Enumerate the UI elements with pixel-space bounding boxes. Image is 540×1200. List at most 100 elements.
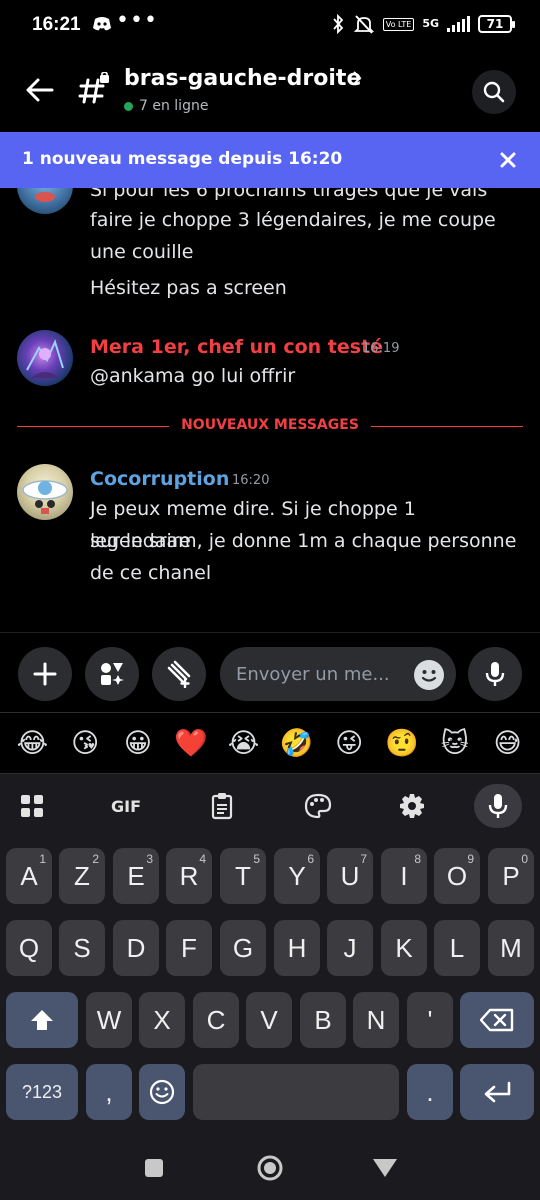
key[interactable]: Z2 bbox=[59, 848, 105, 904]
key[interactable]: C bbox=[193, 992, 239, 1048]
add-attachment-button[interactable] bbox=[18, 647, 72, 701]
gif-button[interactable]: GIF bbox=[106, 788, 146, 824]
emoji-suggestion[interactable]: 😅 bbox=[488, 728, 528, 759]
emoji-suggestion-bar: 😂 😘 😀 ❤️ 😭 🤣 😜 🤨 🐱 😅 bbox=[0, 712, 540, 774]
message-input-container[interactable] bbox=[220, 647, 456, 701]
online-status-dot bbox=[124, 101, 133, 111]
key[interactable]: T5 bbox=[220, 848, 266, 904]
key[interactable]: X bbox=[139, 992, 185, 1048]
voice-message-button[interactable] bbox=[468, 647, 522, 701]
key[interactable]: S bbox=[59, 920, 105, 976]
channel-name[interactable]: bras-gauche-droite bbox=[124, 66, 361, 91]
period-key[interactable]: . bbox=[407, 1064, 453, 1120]
key[interactable]: K bbox=[381, 920, 427, 976]
avatar[interactable] bbox=[17, 330, 73, 386]
back-arrow-icon[interactable] bbox=[24, 74, 56, 106]
emoji-suggestion[interactable]: 🤨 bbox=[382, 727, 422, 759]
emoji-suggestion[interactable]: 😘 bbox=[65, 728, 105, 759]
bluetooth-icon bbox=[333, 14, 343, 34]
key[interactable]: H bbox=[274, 920, 320, 976]
microphone-icon bbox=[485, 662, 505, 686]
plus-icon bbox=[33, 662, 57, 686]
emoji-suggestion[interactable]: 🐱 bbox=[435, 728, 475, 759]
emoji-key[interactable] bbox=[139, 1064, 185, 1120]
gift-icon bbox=[167, 660, 191, 688]
chevron-right-icon[interactable] bbox=[352, 70, 362, 86]
key[interactable]: L bbox=[434, 920, 480, 976]
theme-button[interactable] bbox=[298, 788, 338, 824]
apps-grid-button[interactable] bbox=[12, 788, 52, 824]
key[interactable]: N bbox=[353, 992, 399, 1048]
key[interactable]: M bbox=[488, 920, 534, 976]
emoji-suggestion[interactable]: 😜 bbox=[329, 728, 369, 759]
emoji-button[interactable] bbox=[414, 660, 444, 690]
emoji-suggestion[interactable]: 😀 bbox=[118, 728, 158, 759]
battery-level: 71 bbox=[486, 17, 504, 31]
avatar[interactable] bbox=[17, 464, 73, 520]
clipboard-button[interactable] bbox=[202, 788, 242, 824]
status-bar: 16:21 ••• Vo LTE 5G 71 bbox=[0, 0, 540, 52]
message-text: sur le sram, je donne 1m a chaque person… bbox=[90, 530, 517, 552]
key[interactable]: R4 bbox=[166, 848, 212, 904]
search-icon bbox=[483, 81, 505, 103]
locked-channel-hash-icon bbox=[78, 72, 109, 104]
back-triangle-icon[interactable] bbox=[372, 1158, 398, 1178]
apps-button[interactable] bbox=[85, 647, 139, 701]
key[interactable]: F bbox=[166, 920, 212, 976]
emoji-suggestion[interactable]: 😭 bbox=[224, 728, 264, 759]
key[interactable]: V bbox=[246, 992, 292, 1048]
emoji-suggestion[interactable]: ❤️ bbox=[171, 727, 211, 759]
message-input[interactable] bbox=[236, 647, 404, 701]
system-navigation-bar bbox=[0, 1126, 540, 1200]
online-count: 7 en ligne bbox=[124, 98, 208, 114]
banner-text: 1 nouveau message depuis 16:20 bbox=[22, 149, 343, 169]
new-messages-banner[interactable]: 1 nouveau message depuis 16:20 bbox=[0, 132, 540, 188]
voice-typing-button[interactable] bbox=[474, 784, 522, 828]
settings-button[interactable] bbox=[392, 788, 432, 824]
key[interactable]: U7 bbox=[327, 848, 373, 904]
grid-icon bbox=[21, 795, 43, 817]
key[interactable]: W bbox=[86, 992, 132, 1048]
search-button[interactable] bbox=[472, 70, 516, 114]
key[interactable]: Q bbox=[6, 920, 52, 976]
key[interactable]: Y6 bbox=[274, 848, 320, 904]
mute-icon bbox=[353, 15, 374, 34]
emoji-suggestion[interactable]: 🤣 bbox=[276, 727, 316, 759]
message-timestamp: 16:20 bbox=[232, 473, 270, 488]
key[interactable]: A1 bbox=[6, 848, 52, 904]
key[interactable]: I8 bbox=[381, 848, 427, 904]
space-key[interactable] bbox=[193, 1064, 399, 1120]
status-time: 16:21 bbox=[32, 14, 81, 35]
emoji-suggestion[interactable]: 😂 bbox=[12, 728, 52, 759]
message-author[interactable]: Cocorruption bbox=[90, 468, 229, 490]
close-icon[interactable] bbox=[494, 146, 522, 174]
comma-key[interactable]: , bbox=[86, 1064, 132, 1120]
backspace-key[interactable] bbox=[460, 992, 534, 1048]
backspace-icon bbox=[480, 1008, 514, 1032]
key[interactable]: B bbox=[300, 992, 346, 1048]
key[interactable]: J bbox=[327, 920, 373, 976]
channel-header: bras-gauche-droite 7 en ligne bbox=[0, 52, 540, 132]
key[interactable]: G bbox=[220, 920, 266, 976]
message-text: @ankama go lui offrir bbox=[90, 365, 296, 387]
key[interactable]: P0 bbox=[488, 848, 534, 904]
shift-key[interactable] bbox=[6, 992, 78, 1048]
volte-icon: Vo LTE bbox=[382, 17, 415, 31]
keyboard-toolbar: GIF bbox=[0, 774, 540, 838]
symbols-key[interactable]: ?123 bbox=[6, 1064, 78, 1120]
smiley-icon bbox=[421, 670, 437, 682]
microphone-icon bbox=[488, 794, 508, 818]
gift-button[interactable] bbox=[152, 647, 206, 701]
message-text: une couille bbox=[90, 241, 194, 263]
home-icon[interactable] bbox=[256, 1154, 284, 1182]
key[interactable]: D bbox=[113, 920, 159, 976]
key[interactable]: E3 bbox=[113, 848, 159, 904]
key[interactable]: ' bbox=[407, 992, 453, 1048]
recent-apps-icon[interactable] bbox=[144, 1158, 164, 1178]
shift-icon bbox=[31, 1010, 53, 1030]
key[interactable]: O9 bbox=[434, 848, 480, 904]
enter-key[interactable] bbox=[460, 1064, 534, 1120]
message-list[interactable]: Si pour les 6 prochains tirages que je v… bbox=[0, 188, 540, 632]
avatar[interactable] bbox=[17, 188, 73, 214]
message-author[interactable]: Mera 1er, chef un con testé bbox=[90, 336, 383, 358]
